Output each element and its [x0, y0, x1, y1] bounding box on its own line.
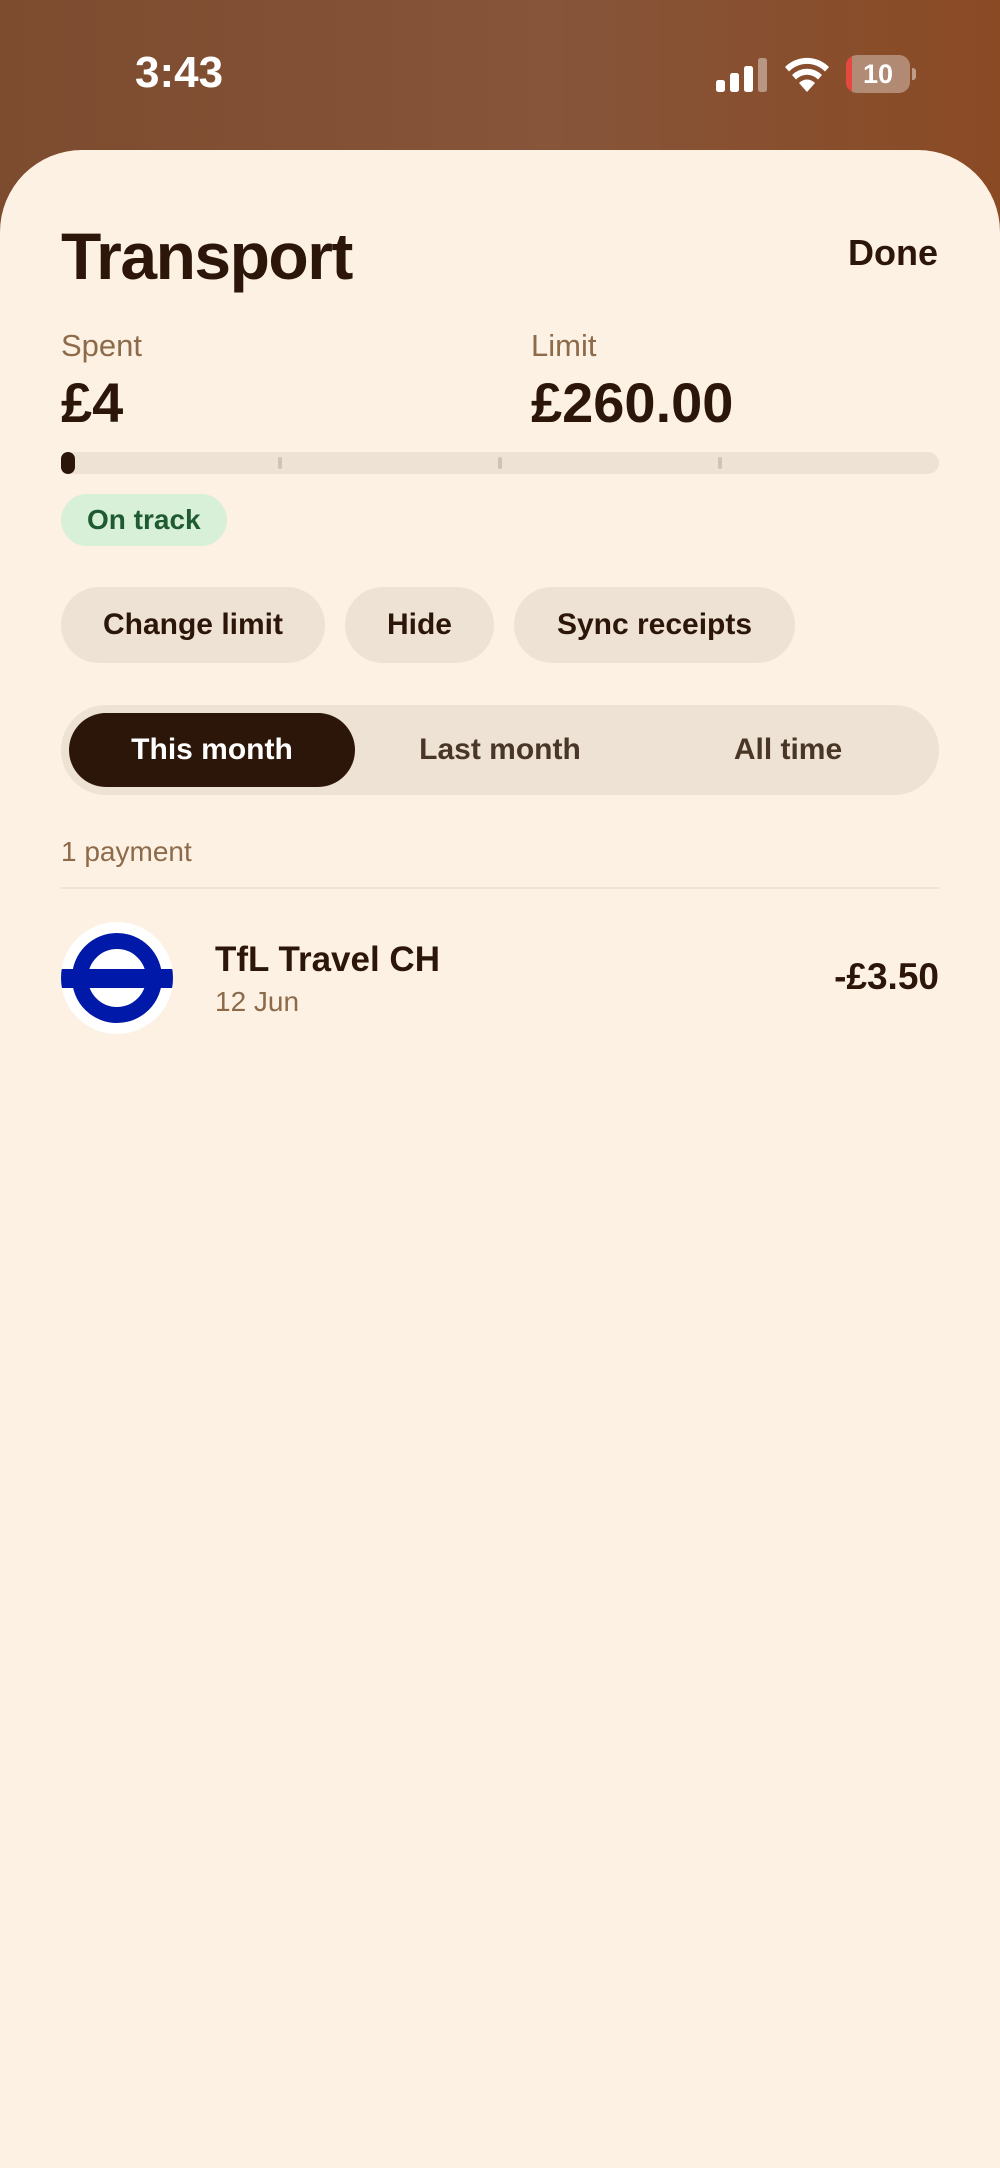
transaction-amount: -£3.50 — [834, 956, 939, 997]
spend-progress-bar — [61, 452, 939, 474]
tfl-roundel-graphic — [61, 922, 173, 1034]
tab-this-month[interactable]: This month — [69, 713, 355, 787]
battery-body: 10 — [846, 55, 910, 93]
period-selector: This month Last month All time — [61, 705, 939, 795]
status-time: 3:43 — [135, 48, 224, 97]
tfl-roundel-icon — [61, 922, 173, 1034]
battery-cap — [912, 68, 916, 80]
hide-button[interactable]: Hide — [345, 587, 494, 663]
battery-icon: 10 — [846, 55, 916, 93]
limit-label: Limit — [531, 328, 597, 363]
tab-all-time[interactable]: All time — [645, 713, 931, 787]
battery-level: 10 — [862, 59, 894, 89]
payment-count: 1 payment — [61, 836, 192, 867]
page-title: Transport — [61, 219, 353, 293]
tab-last-month[interactable]: Last month — [357, 713, 643, 787]
transaction-date: 12 Jun — [215, 986, 300, 1017]
spent-value: £4 — [61, 371, 124, 434]
transaction-row[interactable]: TfL Travel CH 12 Jun -£3.50 — [61, 922, 939, 1036]
signal-icon — [716, 58, 767, 92]
limit-value: £260.00 — [531, 371, 734, 434]
wifi-icon — [785, 57, 829, 92]
progress-tick — [498, 457, 502, 469]
progress-fill — [61, 452, 75, 474]
merchant-name: TfL Travel CH — [215, 940, 440, 979]
divider — [61, 887, 939, 889]
status-badge: On track — [61, 494, 227, 546]
budget-sheet: Transport Done Spent £4 Limit £260.00 On… — [0, 150, 1000, 2168]
change-limit-button[interactable]: Change limit — [61, 587, 325, 663]
progress-tick — [278, 457, 282, 469]
status-bar: 3:43 10 — [0, 0, 1000, 150]
spent-label: Spent — [61, 328, 143, 363]
done-button[interactable]: Done — [848, 232, 938, 274]
sync-receipts-button[interactable]: Sync receipts — [514, 587, 795, 663]
progress-tick — [718, 457, 722, 469]
